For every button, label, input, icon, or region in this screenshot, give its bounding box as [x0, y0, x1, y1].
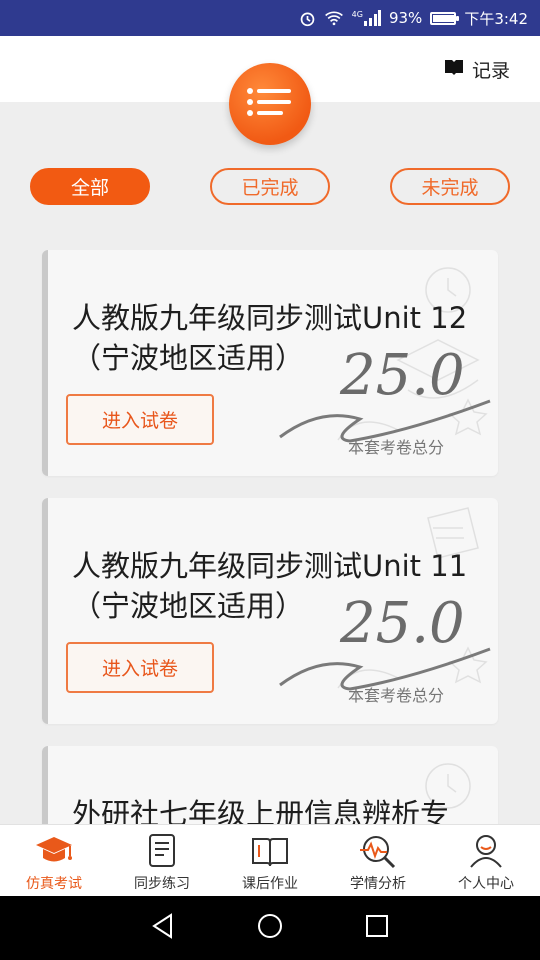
record-label: 记录	[471, 60, 510, 82]
list-menu-icon	[246, 87, 294, 121]
battery-icon	[430, 11, 460, 25]
filter-tab-completed[interactable]: 已完成	[210, 168, 330, 205]
graduation-cap-icon	[36, 837, 72, 862]
paper-list[interactable]: 人教版九年级同步测试Unit 12（宁波地区适用） 进入试卷 25.0 本套考卷…	[0, 250, 540, 824]
person-icon	[470, 835, 502, 868]
card-accent-bar	[42, 498, 48, 724]
bottom-nav: 仿真考试 同步练习 课后作业 学情分析 个人中心	[0, 824, 540, 896]
enter-paper-button[interactable]: 进入试卷	[66, 642, 214, 693]
alarm-icon	[299, 10, 316, 27]
signal-icon: 4G	[352, 10, 381, 26]
score-label: 本套考卷总分	[348, 438, 445, 457]
network-type: 4G	[351, 10, 363, 19]
document-icon	[149, 834, 175, 867]
score-value: 25.0	[339, 343, 465, 408]
filter-tab-incomplete[interactable]: 未完成	[390, 168, 510, 205]
nav-item-practice[interactable]: 同步练习	[108, 825, 216, 896]
system-nav-bar	[0, 896, 540, 960]
paper-card: 外研社七年级上册信息辨析专	[42, 746, 498, 824]
record-button[interactable]: 记录	[444, 56, 510, 83]
back-icon[interactable]	[151, 913, 175, 943]
paper-title: 外研社七年级上册信息辨析专	[72, 797, 450, 824]
nav-label: 仿真考试	[26, 876, 82, 892]
filter-tabs: 全部 已完成 未完成	[30, 168, 510, 206]
clock-time: 下午3:42	[464, 9, 528, 28]
nav-label: 学情分析	[350, 876, 406, 892]
recent-apps-icon[interactable]	[365, 914, 389, 942]
score-value: 25.0	[339, 591, 465, 656]
analysis-magnifier-icon	[360, 836, 396, 869]
paper-card: 人教版九年级同步测试Unit 12（宁波地区适用） 进入试卷 25.0 本套考卷…	[42, 250, 498, 476]
nav-item-homework[interactable]: 课后作业	[216, 825, 324, 896]
card-accent-bar	[42, 250, 48, 476]
menu-fab-button[interactable]	[229, 63, 311, 145]
home-icon[interactable]	[257, 913, 283, 943]
book-icon	[444, 58, 464, 81]
nav-item-exam[interactable]: 仿真考试	[0, 825, 108, 896]
nav-label: 课后作业	[242, 876, 298, 892]
nav-label: 同步练习	[134, 876, 190, 892]
paper-card: 人教版九年级同步测试Unit 11（宁波地区适用） 进入试卷 25.0 本套考卷…	[42, 498, 498, 724]
open-book-icon	[252, 838, 288, 867]
enter-paper-button[interactable]: 进入试卷	[66, 394, 214, 445]
nav-label: 个人中心	[458, 876, 514, 892]
card-accent-bar	[42, 746, 48, 824]
status-bar: 4G 93% 下午3:42	[0, 0, 540, 36]
nav-item-analysis[interactable]: 学情分析	[324, 825, 432, 896]
filter-tab-all[interactable]: 全部	[30, 168, 150, 205]
nav-item-profile[interactable]: 个人中心	[432, 825, 540, 896]
battery-percent: 93%	[388, 9, 423, 27]
score-label: 本套考卷总分	[348, 686, 445, 705]
wifi-icon	[324, 10, 344, 26]
